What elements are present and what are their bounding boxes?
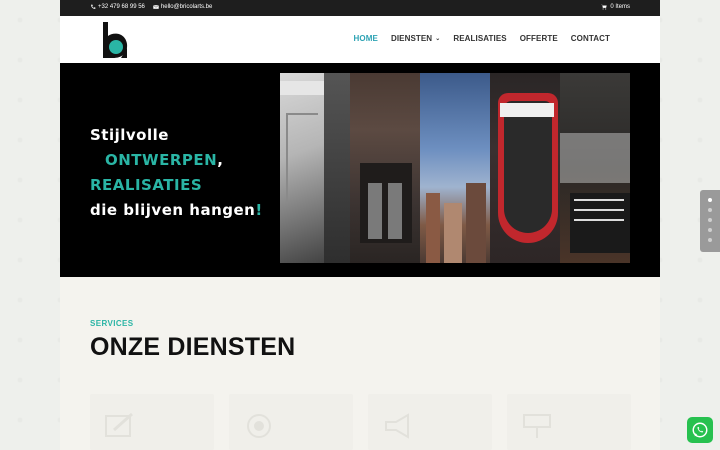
dot-nav-2[interactable] (708, 208, 712, 212)
nav-diensten[interactable]: DIENSTEN ⌄ (391, 34, 440, 43)
email-link[interactable]: hello@bricolarts.be (153, 4, 212, 10)
megaphone-icon (385, 413, 409, 439)
cart-link[interactable]: 0 Items (601, 4, 630, 10)
service-card[interactable] (229, 394, 353, 450)
nav-offerte[interactable]: OFFERTE (520, 34, 558, 43)
phone-link[interactable]: +32 479 68 99 56 (90, 4, 145, 10)
email-address: hello@bricolarts.be (160, 4, 213, 10)
hero-comma: , (217, 151, 224, 169)
nav-realisaties[interactable]: REALISATIES (453, 34, 506, 43)
hero-line-4: die blijven hangen! (90, 198, 263, 223)
collage-panel-sign (350, 73, 420, 263)
collage-panel-city (420, 73, 490, 263)
main-nav: HOME DIENSTEN ⌄ REALISATIES OFFERTE CONT… (354, 34, 610, 43)
hero-section: Stijlvolle ONTWERPEN, REALISATIES die bl… (60, 63, 660, 277)
topbar-contact: +32 479 68 99 56 hello@bricolarts.be (90, 4, 212, 10)
collage-panel-window (560, 73, 630, 263)
hero-line-4-text: die blijven hangen (90, 201, 256, 219)
cart-count: 0 Items (610, 4, 630, 10)
services-title: ONZE DIENSTEN (90, 333, 296, 361)
service-card[interactable] (368, 394, 492, 450)
nav-diensten-label: DIENSTEN (390, 34, 433, 43)
service-card[interactable] (90, 394, 214, 450)
section-dot-navigation (700, 190, 720, 252)
phone-number: +32 479 68 99 56 (98, 4, 145, 10)
print-icon (247, 414, 271, 438)
top-bar: +32 479 68 99 56 hello@bricolarts.be 0 I… (60, 0, 660, 16)
chevron-down-icon: ⌄ (435, 36, 441, 42)
phone-icon (91, 4, 96, 9)
dot-nav-4[interactable] (708, 228, 712, 232)
services-kicker: SERVICES (90, 319, 134, 328)
service-card[interactable] (507, 394, 631, 450)
bricolarts-logo[interactable] (101, 20, 131, 60)
envelope-icon (153, 5, 159, 9)
whatsapp-button[interactable] (687, 417, 713, 443)
services-section: SERVICES ONZE DIENSTEN (60, 277, 660, 450)
collage-panel-mann-shield (490, 73, 560, 263)
dot-nav-3[interactable] (708, 218, 712, 222)
nav-home[interactable]: HOME (354, 34, 378, 43)
hero-line-1: Stijlvolle (90, 126, 169, 144)
hero-line-3: REALISATIES (90, 176, 203, 194)
collage-panel-van (280, 73, 350, 263)
nav-contact[interactable]: CONTACT (571, 34, 610, 43)
site-header: HOME DIENSTEN ⌄ REALISATIES OFFERTE CONT… (60, 16, 660, 63)
hero-exclamation: ! (255, 201, 263, 219)
hero-line-2: ONTWERPEN, (90, 148, 263, 173)
dot-nav-1[interactable] (708, 198, 712, 202)
hero-headline: Stijlvolle ONTWERPEN, REALISATIES die bl… (90, 123, 263, 223)
hero-collage-image (280, 73, 630, 263)
whatsapp-icon (692, 422, 708, 438)
site-container: +32 479 68 99 56 hello@bricolarts.be 0 I… (60, 0, 660, 450)
design-icon (105, 412, 133, 437)
hero-ontwerpen: ONTWERPEN (105, 151, 218, 169)
sign-icon (523, 414, 551, 438)
cart-icon (601, 4, 608, 10)
dot-nav-5[interactable] (708, 238, 712, 242)
